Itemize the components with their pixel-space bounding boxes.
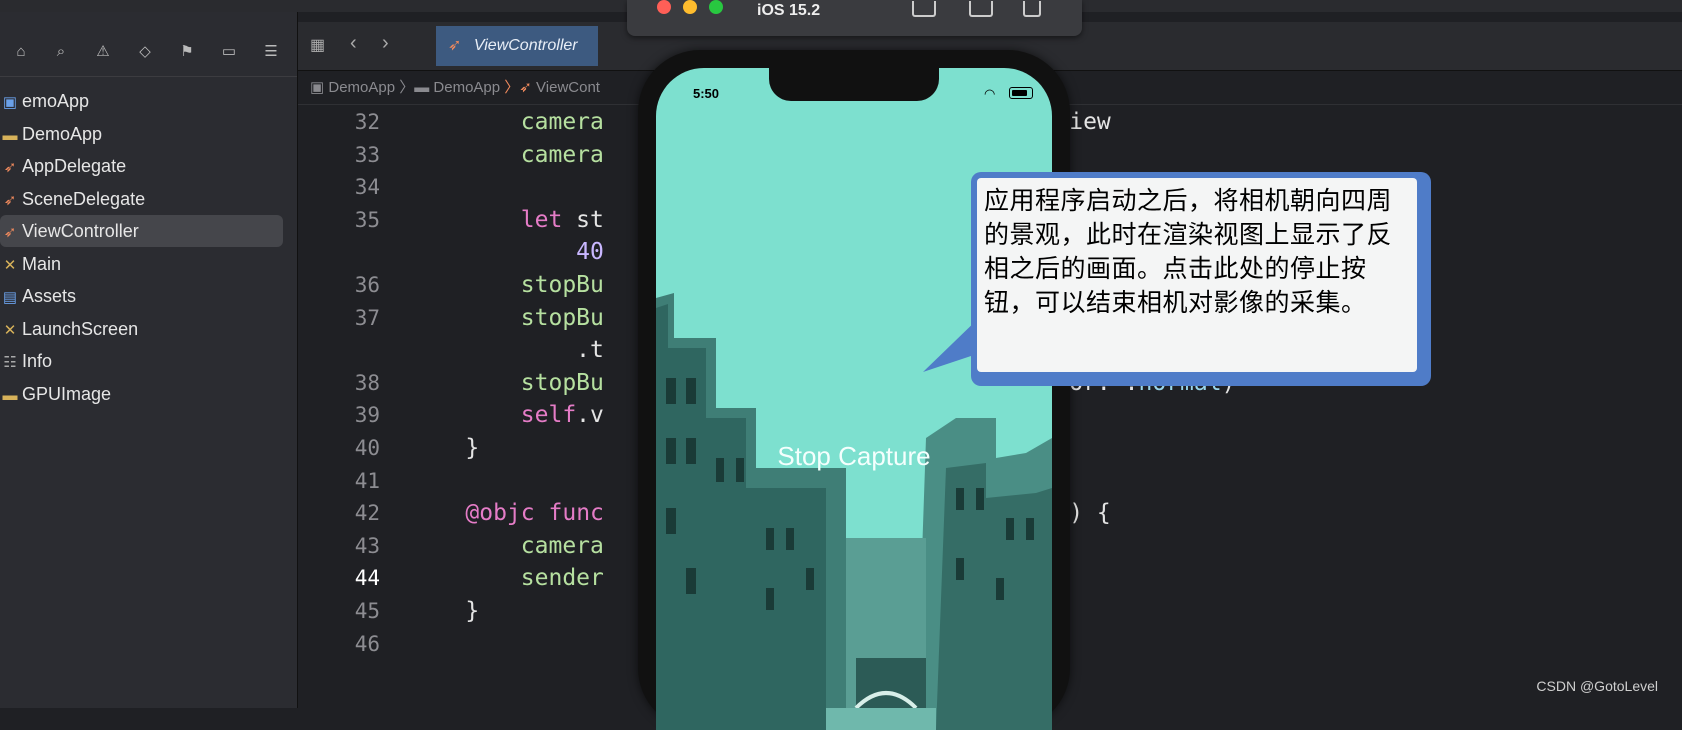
code-text: let st xyxy=(520,206,604,233)
search-icon[interactable]: ⌕ xyxy=(52,44,70,60)
nav-item-label: Assets xyxy=(22,286,77,306)
status-time: 5:50 xyxy=(693,86,720,101)
plist-icon: ☷ xyxy=(3,354,17,371)
line-number: 37 xyxy=(354,305,380,330)
code-text: camera xyxy=(520,141,604,168)
code-text: self.v xyxy=(520,402,604,429)
folder-icon: ▬ xyxy=(2,386,18,404)
simulator-window-bar: iOS 15.2 xyxy=(627,0,1082,36)
line-number: 32 xyxy=(354,110,380,134)
nav-item[interactable]: ▣ emoApp xyxy=(0,85,290,117)
annotation-callout: 应用程序启动之后，将相机朝向四周的景观，此时在渲染视图上显示了反相之后的画面。点… xyxy=(923,172,1441,392)
breadcrumb-item[interactable]: DemoApp xyxy=(433,79,500,96)
close-window-button[interactable] xyxy=(657,0,671,14)
warning-icon[interactable]: ⚠ xyxy=(94,44,112,60)
nav-item-label: emoApp xyxy=(22,91,90,111)
code-text: } xyxy=(410,598,480,624)
line-number: 41 xyxy=(354,468,380,493)
folder-icon: ▬ xyxy=(2,126,18,144)
nav-item[interactable]: ▬ DemoApp xyxy=(0,118,290,150)
nav-item[interactable]: ✕ LaunchScreen xyxy=(0,313,290,345)
project-navigator: ⌂ ⌕ ⚠ ◇ ⚑ ▭ ☰ ▣ emoApp ▬ DemoApp ➶ AppDelegat… xyxy=(0,12,298,708)
swift-file-icon: ➶ xyxy=(3,224,17,241)
battery-icon xyxy=(1009,87,1033,99)
wifi-icon: ◠ xyxy=(984,86,996,101)
breakpoint-icon[interactable]: ▭ xyxy=(220,44,238,60)
callout-frame: 应用程序启动之后，将相机朝向四周的景观，此时在渲染视图上显示了反相之后的画面。点… xyxy=(971,172,1431,386)
nav-item-label: GPUImage xyxy=(22,383,112,404)
storyboard-icon: ✕ xyxy=(3,321,17,339)
rotate-icon[interactable] xyxy=(1023,1,1041,17)
line-number: 42 xyxy=(354,501,380,526)
nav-item[interactable]: ➶ AppDelegate xyxy=(0,150,290,182)
line-number: 33 xyxy=(354,142,380,167)
project-icon: ▣ xyxy=(310,79,325,96)
code-text: stopBu xyxy=(520,369,604,396)
screenshot-icon[interactable] xyxy=(912,1,936,17)
hierarchy-icon[interactable]: ⌂ xyxy=(12,44,30,60)
line-number: 44 xyxy=(354,566,380,591)
nav-item-label: DemoApp xyxy=(22,123,103,144)
zoom-window-button[interactable] xyxy=(709,0,723,14)
line-number: 46 xyxy=(354,631,380,656)
swift-file-icon: ➶ xyxy=(3,159,17,176)
line-number: 35 xyxy=(354,207,380,232)
line-number: 38 xyxy=(354,370,380,395)
line-number: 36 xyxy=(354,273,380,297)
nav-item-label: ViewController xyxy=(22,221,139,241)
home-icon[interactable] xyxy=(969,1,993,17)
line-number: 39 xyxy=(354,403,380,428)
nav-item-label: Info xyxy=(22,351,53,371)
watermark: CSDN @GotoLevel xyxy=(1536,678,1658,694)
line-number: 40 xyxy=(354,436,380,460)
report-icon[interactable]: ☰ xyxy=(262,44,280,60)
nav-item[interactable]: ▬ GPUImage xyxy=(0,378,290,410)
callout-text: 应用程序启动之后，将相机朝向四周的景观，此时在渲染视图上显示了反相之后的画面。点… xyxy=(977,178,1417,372)
code-text: stopBu xyxy=(520,272,604,298)
nav-item[interactable]: ☷ Info xyxy=(0,345,290,377)
tab-viewcontroller[interactable]: ➶ ViewController xyxy=(436,26,598,66)
code-text: .t xyxy=(410,337,604,364)
grid-icon[interactable]: ▦ xyxy=(310,35,325,55)
code-text: camera xyxy=(520,532,604,559)
nav-item[interactable]: ▤ Assets xyxy=(0,280,290,312)
code-text: stopBu xyxy=(520,304,604,331)
minimize-window-button[interactable] xyxy=(683,0,697,14)
back-chevron-icon[interactable]: ‹ xyxy=(350,32,357,55)
nav-item-label: SceneDelegate xyxy=(22,188,146,209)
nav-item-label: AppDelegate xyxy=(22,156,127,176)
code-text: } xyxy=(410,435,480,461)
nav-item[interactable]: ➶ SceneDelegate xyxy=(0,183,290,215)
line-number: 45 xyxy=(354,599,380,623)
breadcrumb-item[interactable]: ViewCont xyxy=(536,79,600,96)
code-text: 40 xyxy=(576,239,604,266)
stop-capture-button[interactable]: Stop Capture xyxy=(726,436,982,476)
line-number: 43 xyxy=(354,533,380,558)
storyboard-icon: ✕ xyxy=(3,256,17,274)
navigator-toolbar: ⌂ ⌕ ⚠ ◇ ⚑ ▭ ☰ xyxy=(0,30,297,77)
breadcrumb-item[interactable]: DemoApp xyxy=(328,79,395,96)
simulator-title: iOS 15.2 xyxy=(757,2,821,19)
debug-spray-icon[interactable]: ⚑ xyxy=(178,44,196,60)
nav-item-label: LaunchScreen xyxy=(22,318,139,339)
asset-catalog-icon: ▤ xyxy=(2,289,18,306)
forward-chevron-icon[interactable]: › xyxy=(382,32,389,55)
code-text: camera xyxy=(520,109,604,135)
project-icon: ▣ xyxy=(2,94,18,111)
code-text: @objc func xyxy=(465,500,604,527)
line-number: 34 xyxy=(354,175,380,200)
test-diamond-icon[interactable]: ◇ xyxy=(136,44,154,60)
nav-item[interactable]: ✕ Main xyxy=(0,248,290,280)
swift-file-icon: ➶ xyxy=(3,191,17,209)
phone-screen[interactable]: 5:50 ◠ Stop Capture xyxy=(656,68,1052,730)
notch xyxy=(769,68,939,101)
code-text: sender xyxy=(520,565,604,592)
nav-item-label: Main xyxy=(22,253,62,274)
swift-file-icon: ➶ xyxy=(448,37,462,54)
nav-item[interactable]: ➶ ViewController xyxy=(0,215,283,247)
